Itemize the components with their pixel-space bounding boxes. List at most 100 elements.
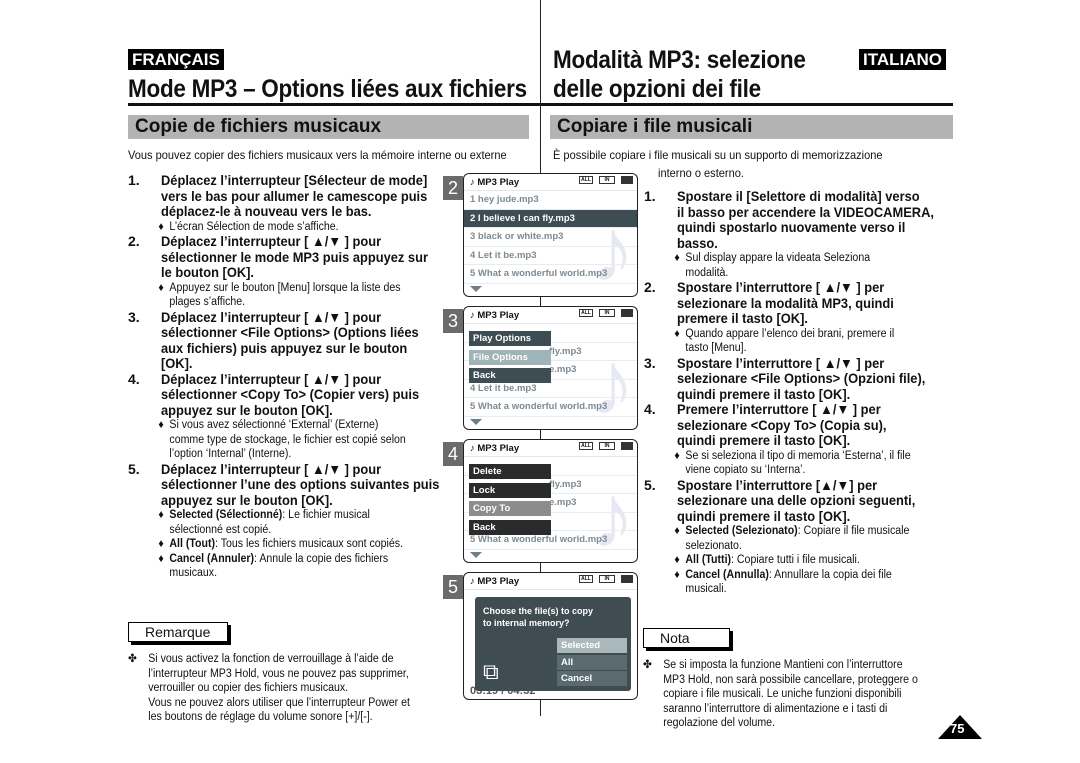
step-line: quindi spostarlo nuovamente verso il [677, 219, 906, 235]
step-line: selezionare una delle opzioni seguenti, [677, 492, 916, 508]
status-icons: ALL IN [579, 575, 633, 583]
step-line: basso. [677, 234, 718, 251]
step-4: 4. Premere l’interruttore [ ▲/▼ ] per sele… [644, 401, 954, 449]
step-3: 3. Déplacez l’interrupteur [ ▲/▼ ] pour sé… [128, 308, 428, 372]
bullet: ♦ All (Tutti): Copiare tutti i file music… [644, 553, 929, 568]
menu-item[interactable]: Back [469, 519, 551, 535]
step-line: sélectionner <File Options> (Options lié… [161, 324, 419, 340]
scroll-down-icon[interactable] [470, 418, 482, 425]
section-heading-french: Copie de fichiers musicaux [128, 115, 529, 139]
step-text: Déplacez l’interrupteur [ ▲/▼ ] pour séle… [161, 371, 420, 419]
dialog-line: Choose the file(s) to copy [483, 606, 594, 616]
dialog-option[interactable]: Selected [557, 638, 627, 653]
step-line: selezionare <File Options> (Opzioni file… [677, 370, 926, 386]
connector-line [540, 700, 541, 716]
menu-item[interactable]: File Options [469, 349, 551, 365]
note-title-italian: Nota [643, 628, 730, 648]
track-row[interactable]: 4 Let it be.mp3 [464, 247, 637, 265]
step-line: quindi premere il tasto [OK]. [677, 507, 851, 524]
bullet-line: Si vous avez sélectionné ‘External’ (Ext… [169, 419, 379, 431]
menu-item[interactable]: Play Options [469, 331, 551, 346]
menu-item[interactable]: Copy To [469, 501, 551, 516]
bullet: ♦ Appuyez sur le bouton [Menu] lorsque l… [128, 281, 404, 310]
bullet-line: All (Tutti): Copiare tutti i file musica… [685, 554, 860, 566]
diamond-bullet-icon: ♦ [674, 252, 680, 264]
menu-item[interactable]: Back [469, 368, 551, 383]
step-number: 2. [128, 233, 140, 249]
bullet-term: Cancel (Annulla) [685, 568, 769, 581]
bullet: ♦ All (Tout): Tous les fichiers musicaux … [128, 537, 404, 552]
step-line: déplacez-le à nouveau vers le bas. [161, 203, 372, 219]
bullet-line: Cancel (Annulla): Annullare la copia dei… [685, 568, 892, 581]
diamond-bullet-icon: ♦ [158, 419, 164, 431]
step-1: 1. Déplacez l’interrupteur [Sélecteur de … [128, 172, 428, 220]
step-line: vers le bas pour allumer le camescope pu… [161, 187, 428, 204]
status-icons: ALL IN [579, 176, 633, 184]
step-line: sélectionner <Copy To> (Copier vers) pui… [161, 386, 420, 402]
step-number: 4. [128, 370, 140, 387]
diamond-bullet-icon: ♦ [158, 552, 164, 565]
bullet-line: Cancel (Annuler): Annule la copie des fi… [169, 552, 389, 565]
connector-line [540, 297, 541, 306]
repeat-all-icon: ALL [579, 309, 593, 317]
bullet-term: Selected (Sélectionné) [169, 509, 283, 521]
menu-item[interactable]: Delete [469, 464, 551, 479]
track-row[interactable]: 2 I believe I can fly.mp3 [464, 209, 637, 228]
step-line: [OK]. [161, 355, 193, 371]
bullet-line: comme type de stockage, le fichier est c… [169, 433, 406, 446]
section-heading-italian: Copiare i file musicali [550, 115, 953, 139]
step-line: quindi premere il tasto [OK]. [677, 432, 851, 448]
bullet: ♦ Quando appare l’elenco dei brani, preme… [644, 327, 929, 356]
internal-memory-icon: IN [599, 575, 615, 583]
track-row[interactable]: 5 What a wonderful world.mp3 [464, 265, 637, 284]
note-line: regolazione del volume. [663, 717, 775, 729]
step-line: le bouton [OK]. [161, 264, 255, 280]
step-number: 3. [128, 308, 140, 325]
dialog-line: to internal memory? [483, 618, 570, 628]
step-badge: 5 [443, 575, 463, 599]
dialog-message: Choose the file(s) to copy to internal me… [475, 597, 631, 629]
track-tail: fly.mp3 [549, 345, 582, 357]
scroll-down-icon[interactable] [470, 551, 482, 558]
bullet: ♦ Selected (Sélectionné): Le fichier musi… [128, 508, 404, 537]
step-5: 5. Déplacez l’interrupteur [ ▲/▼ ] pour sé… [128, 461, 439, 509]
connector-line [540, 160, 541, 173]
step-text: Déplacez l’interrupteur [ ▲/▼ ] pour séle… [161, 461, 439, 509]
note-line: verrouiller ou copier des fichiers music… [148, 682, 349, 694]
page-number: 75 [938, 715, 982, 739]
menu-item[interactable]: Lock [469, 482, 551, 498]
connector-line [540, 430, 541, 439]
diamond-bullet-icon: ♦ [674, 525, 680, 537]
copy-icon: ⧉ [483, 659, 499, 684]
step-badge: 2 [443, 176, 463, 200]
step-number: 4. [644, 401, 656, 417]
device-screen: ♪ MP3 PlayALLIN♪03:19 / 04:32Choose the … [463, 572, 638, 700]
diamond-bullet-icon: ♦ [674, 327, 680, 340]
intro-french: Vous pouvez copier des fichiers musicaux… [128, 148, 507, 162]
note-body: ✤ Si vous activez la fonction de verrouil… [128, 652, 410, 725]
step-line: appuyez sur le bouton [OK]. [161, 401, 333, 418]
bullet-line: plages s’affiche. [169, 296, 246, 308]
intro-italian-line2: interno o esterno. [658, 166, 744, 180]
bullet-line: Appuyez sur le bouton [Menu] lorsque la … [169, 281, 401, 294]
bullet: ♦ Sul display appare la videata Seleziona… [644, 251, 929, 280]
device-screen: ♪ MP3 Play ALL IN ♪ 1 hey jude.mp3 2 I believ… [463, 173, 638, 297]
diamond-bullet-icon: ♦ [158, 281, 164, 294]
diamond-bullet-icon: ♦ [158, 509, 164, 521]
step-line: il basso per accendere la VIDEOCAMERA, [677, 203, 934, 220]
dialog-option[interactable]: Cancel [557, 671, 627, 686]
step-text: Spostare l’interruttore [▲/▼] per selezio… [677, 477, 932, 525]
device-screen: ♪ MP3 Play ALL IN ♪ fly.mp3 e.mp3 5 What a won… [463, 439, 638, 563]
step-text: Déplacez l’interrupteur [ ▲/▼ ] pour séle… [161, 309, 419, 372]
bullet: ♦ Cancel (Annulla): Annullare la copia de… [644, 568, 929, 597]
bullet-line: Selected (Selezionato): Copiare il file … [685, 525, 910, 537]
note-bullet-icon: ✤ [643, 659, 652, 671]
step-badge: 4 [443, 442, 463, 466]
bullet-term: All (Tout) [169, 538, 216, 550]
diamond-bullet-icon: ♦ [674, 568, 680, 581]
track-row[interactable]: 3 black or white.mp3 [464, 228, 637, 247]
step-2: 2. Spostare l’interruttore [ ▲/▼ ] per sel… [644, 279, 954, 327]
scroll-down-icon[interactable] [470, 285, 482, 292]
dialog-option[interactable]: All [557, 654, 627, 670]
track-row[interactable]: 1 hey jude.mp3 [464, 191, 637, 210]
